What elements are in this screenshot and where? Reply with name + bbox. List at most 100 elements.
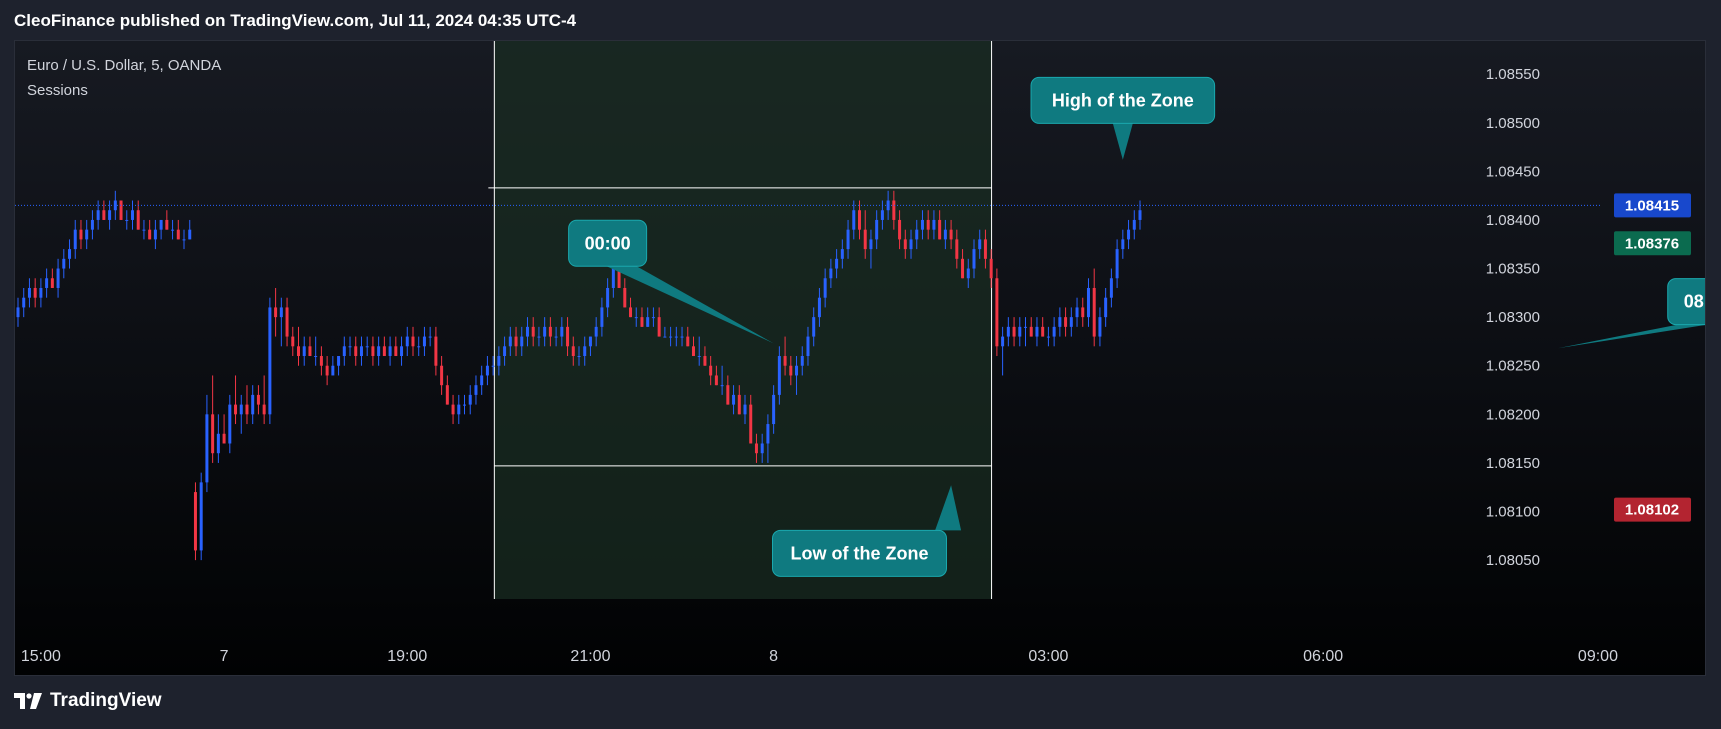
candle-body: [800, 356, 804, 366]
candle: [342, 336, 346, 366]
candle: [302, 336, 306, 366]
candle-body: [520, 336, 524, 347]
candle-body: [606, 287, 610, 308]
candle: [22, 287, 26, 318]
candle-body: [457, 404, 461, 415]
candle: [79, 219, 83, 250]
price-badge-label: 1.08415: [1625, 197, 1679, 214]
candle-body: [400, 346, 404, 357]
candle: [468, 385, 472, 415]
candle-body: [1121, 239, 1125, 250]
tradingview-logo-icon[interactable]: [14, 693, 42, 709]
candle-body: [411, 336, 415, 347]
candle-body: [90, 219, 94, 230]
candle-body: [474, 385, 478, 395]
candle: [474, 375, 478, 405]
candle-body: [165, 219, 169, 230]
candle-body: [108, 210, 112, 220]
candle: [62, 249, 66, 279]
candle-body: [531, 326, 535, 337]
candle-body: [938, 219, 942, 240]
candle: [1132, 210, 1136, 240]
candle-body: [1109, 278, 1113, 298]
candle: [1109, 268, 1113, 308]
candle: [1069, 307, 1073, 337]
candle-body: [222, 433, 226, 444]
candle-body: [663, 336, 667, 338]
candle: [354, 336, 358, 366]
chart-frame[interactable]: 1.08550 1.08500 1.08450 1.08400 1.08350 1.083…: [14, 40, 1706, 676]
candle-body: [422, 336, 426, 347]
candle: [451, 394, 455, 425]
legend-symbol[interactable]: Euro / U.S. Dollar, 5, OANDA: [27, 53, 221, 78]
candle: [33, 278, 37, 308]
y-tick-label: 1.08250: [1486, 358, 1540, 375]
candle: [405, 326, 409, 357]
candle-body: [388, 346, 392, 357]
candle-body: [153, 229, 157, 240]
candle-body: [823, 278, 827, 298]
candle-body: [697, 356, 701, 358]
candle: [16, 297, 20, 327]
candle-body: [983, 239, 987, 259]
callout-tail: [1557, 324, 1705, 349]
candle-body: [852, 210, 856, 230]
candle-body: [239, 404, 243, 415]
candle: [377, 336, 381, 366]
candle-body: [359, 346, 363, 357]
candle-body: [348, 346, 352, 348]
candle-body: [577, 356, 581, 358]
footer-brand[interactable]: TradingView: [50, 690, 162, 712]
candle-body: [789, 365, 793, 376]
candle-body: [1041, 326, 1045, 337]
session-zone: [494, 41, 992, 599]
candle-body: [777, 356, 781, 395]
candle: [1075, 297, 1079, 327]
candle-body: [972, 249, 976, 269]
candle-body: [858, 210, 861, 230]
price-badge-label: 1.08102: [1625, 502, 1679, 519]
candle: [995, 268, 999, 357]
candle-body: [795, 365, 799, 376]
candle-body: [342, 346, 346, 357]
y-tick-label: 1.08350: [1486, 261, 1540, 278]
candle: [457, 394, 461, 425]
candle-body: [955, 239, 959, 259]
candle: [1006, 317, 1010, 347]
candle-body: [234, 404, 238, 415]
candle-body: [669, 336, 673, 338]
candle-body: [875, 219, 879, 240]
candle: [245, 385, 249, 425]
legend-indicator[interactable]: Sessions: [27, 78, 221, 103]
candle: [142, 219, 146, 240]
candle-body: [491, 365, 495, 367]
candlestick-chart[interactable]: 1.08550 1.08500 1.08450 1.08400 1.08350 1.083…: [15, 41, 1706, 676]
candle: [211, 375, 215, 463]
candle-body: [171, 229, 175, 231]
candle: [188, 219, 192, 240]
candle-body: [766, 424, 770, 444]
candle-body: [646, 317, 650, 327]
candle: [388, 336, 392, 366]
candle-body: [291, 336, 295, 347]
candle: [422, 326, 426, 357]
candle-body: [96, 210, 100, 220]
candle-body: [405, 336, 409, 347]
candle: [90, 210, 94, 240]
candle-body: [732, 394, 736, 405]
session-zone-layer: [488, 41, 993, 599]
candle: [1052, 317, 1056, 347]
candle-body: [245, 404, 249, 415]
candle: [1001, 326, 1005, 376]
candle-body: [274, 307, 278, 318]
candle-body: [806, 336, 810, 357]
candle-body: [869, 239, 873, 250]
candle-body: [903, 239, 907, 250]
candle: [314, 336, 318, 366]
candle: [1018, 317, 1022, 347]
candle: [371, 336, 375, 366]
candle: [171, 219, 175, 240]
candle-body: [256, 394, 260, 405]
candle-body: [56, 268, 60, 288]
candle-body: [314, 356, 318, 358]
